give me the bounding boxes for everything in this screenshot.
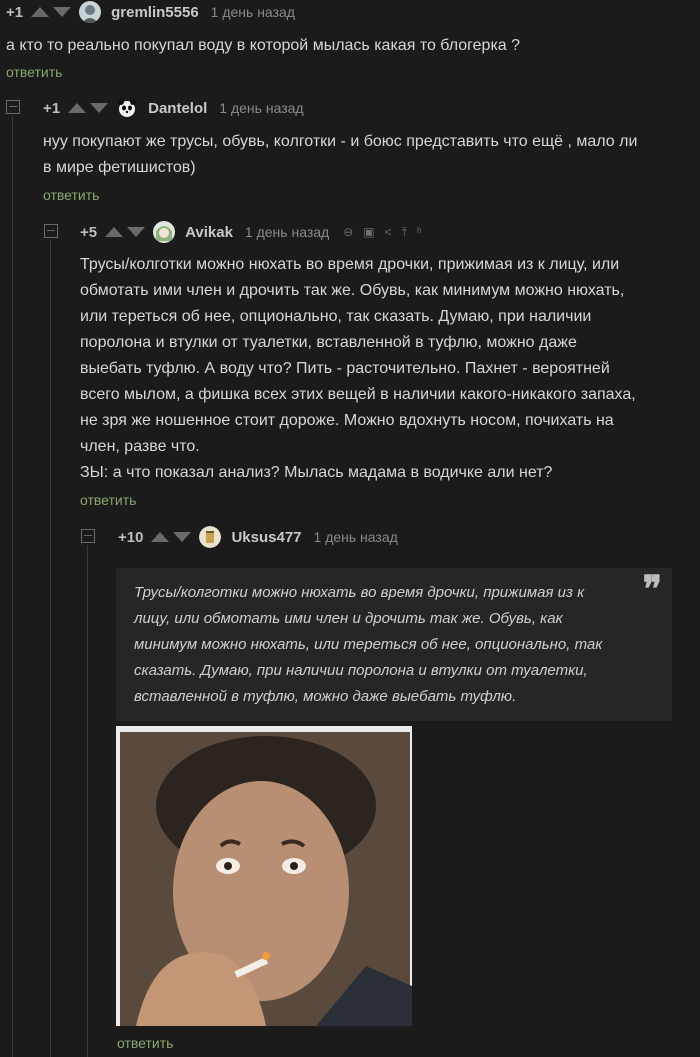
quote-line: Трусы/колготки можно нюхать во время дро… [134,584,585,601]
timestamp[interactable]: 1 день назад [314,529,398,545]
rating: +10 [118,528,144,546]
vote-controls [68,103,109,113]
reply-link[interactable]: ответить [80,492,136,508]
timestamp[interactable]: 1 день назад [245,224,329,240]
username[interactable]: Uksus477 [231,529,301,546]
comment-header: +10 Uksus477 1 день назад [118,525,398,549]
text-line: или тереться об нее, опционально, так ск… [80,308,592,325]
rating: +1 [6,3,24,21]
collapse-toggle[interactable] [81,529,95,543]
panda-avatar-icon [118,99,137,117]
text-line: выебать туфлю. А воду что? Пить - расточ… [80,360,610,377]
downvote-icon[interactable] [173,532,192,542]
upvote-icon[interactable] [68,103,87,113]
username[interactable]: gremlin5556 [111,4,199,21]
collapse-toggle[interactable] [44,224,58,238]
thread-line-3 [87,545,88,1057]
rating: +5 [80,223,98,241]
reaction-image[interactable] [116,726,412,1026]
text-line: в мире фетишистов) [43,159,196,176]
text-line: ЗЫ: а что показал анализ? Мылась мадама … [80,464,553,481]
quote-line: сказать. Думаю, при наличии поролона и в… [134,662,588,679]
username[interactable]: Dantelol [148,100,207,117]
share-icon[interactable]: < [385,225,392,240]
avatar[interactable] [153,221,176,243]
quote-line: вставленной в туфлю, можно даже выебать … [134,688,517,705]
text-line: обмотать ими член и дрочить так же. Обув… [80,282,625,299]
text-line: поролона и втулки от туалетки, вставленн… [80,334,577,351]
comment-header: +1 Dantelol 1 день назад [43,96,304,120]
vote-controls [105,227,146,237]
downvote-icon[interactable] [90,103,109,113]
avatar[interactable] [116,97,139,119]
quote-block: ❞ Трусы/колготки можно нюхать во время д… [116,568,672,721]
thread-line-2 [50,240,51,1057]
text-line: всего мылом, а фишка всех этих вещей в н… [80,386,636,403]
vote-controls [151,532,192,542]
quote-text: Трусы/колготки можно нюхать во время дро… [134,580,654,710]
anime-avatar-icon [153,221,176,243]
text-line: член, разве что. [80,438,200,455]
downvote-icon[interactable] [53,7,72,17]
upvote-icon[interactable] [105,227,124,237]
avatar[interactable] [199,526,222,548]
comment-header: +5 Avikak 1 день назад ⊖ ▣ < ⤒ ʰ [80,220,422,244]
link-icon[interactable]: ⊖ [343,225,353,240]
comment-text: а кто то реально покупал воду в которой … [6,37,521,54]
avatar[interactable] [79,1,102,23]
avatar-icon [79,1,102,23]
timestamp[interactable]: 1 день назад [211,4,295,20]
text-line: нуу покупают же трусы, обувь, колготки -… [43,133,638,150]
downvote-icon[interactable] [127,227,146,237]
timestamp[interactable]: 1 день назад [219,100,303,116]
rating: +1 [43,99,61,117]
text-line: не зря же ношенное стоит дороже. Можно в… [80,412,614,429]
comment-header: +1 gremlin5556 1 день назад [6,0,295,24]
quote-line: минимум можно нюхать, или тереться об не… [134,636,603,653]
upvote-icon[interactable] [31,7,50,17]
save-icon[interactable]: ▣ [363,225,374,240]
collapse-toggle[interactable] [6,100,20,114]
username[interactable]: Avikak [185,224,233,241]
jar-avatar-icon [199,526,222,548]
branch-icon[interactable]: ʰ [417,225,422,240]
up-to-parent-icon[interactable]: ⤒ [402,225,407,240]
reaction-photo-man-smoking [116,726,412,1026]
vote-controls [31,7,72,17]
upvote-icon[interactable] [151,532,170,542]
reply-link[interactable]: ответить [6,64,62,80]
reply-link[interactable]: ответить [43,187,99,203]
comment-text: нуу покупают же трусы, обувь, колготки -… [43,129,693,181]
quote-mark-icon: ❞ [642,568,662,610]
comment-text: Трусы/колготки можно нюхать во время дро… [80,252,690,486]
thread-line-1 [12,116,13,1057]
comment-tools: ⊖ ▣ < ⤒ ʰ [343,225,421,240]
text-line: Трусы/колготки можно нюхать во время дро… [80,256,620,273]
reply-link[interactable]: ответить [117,1035,173,1051]
quote-line: лицу, или обмотать ими член и дрочить та… [134,610,563,627]
